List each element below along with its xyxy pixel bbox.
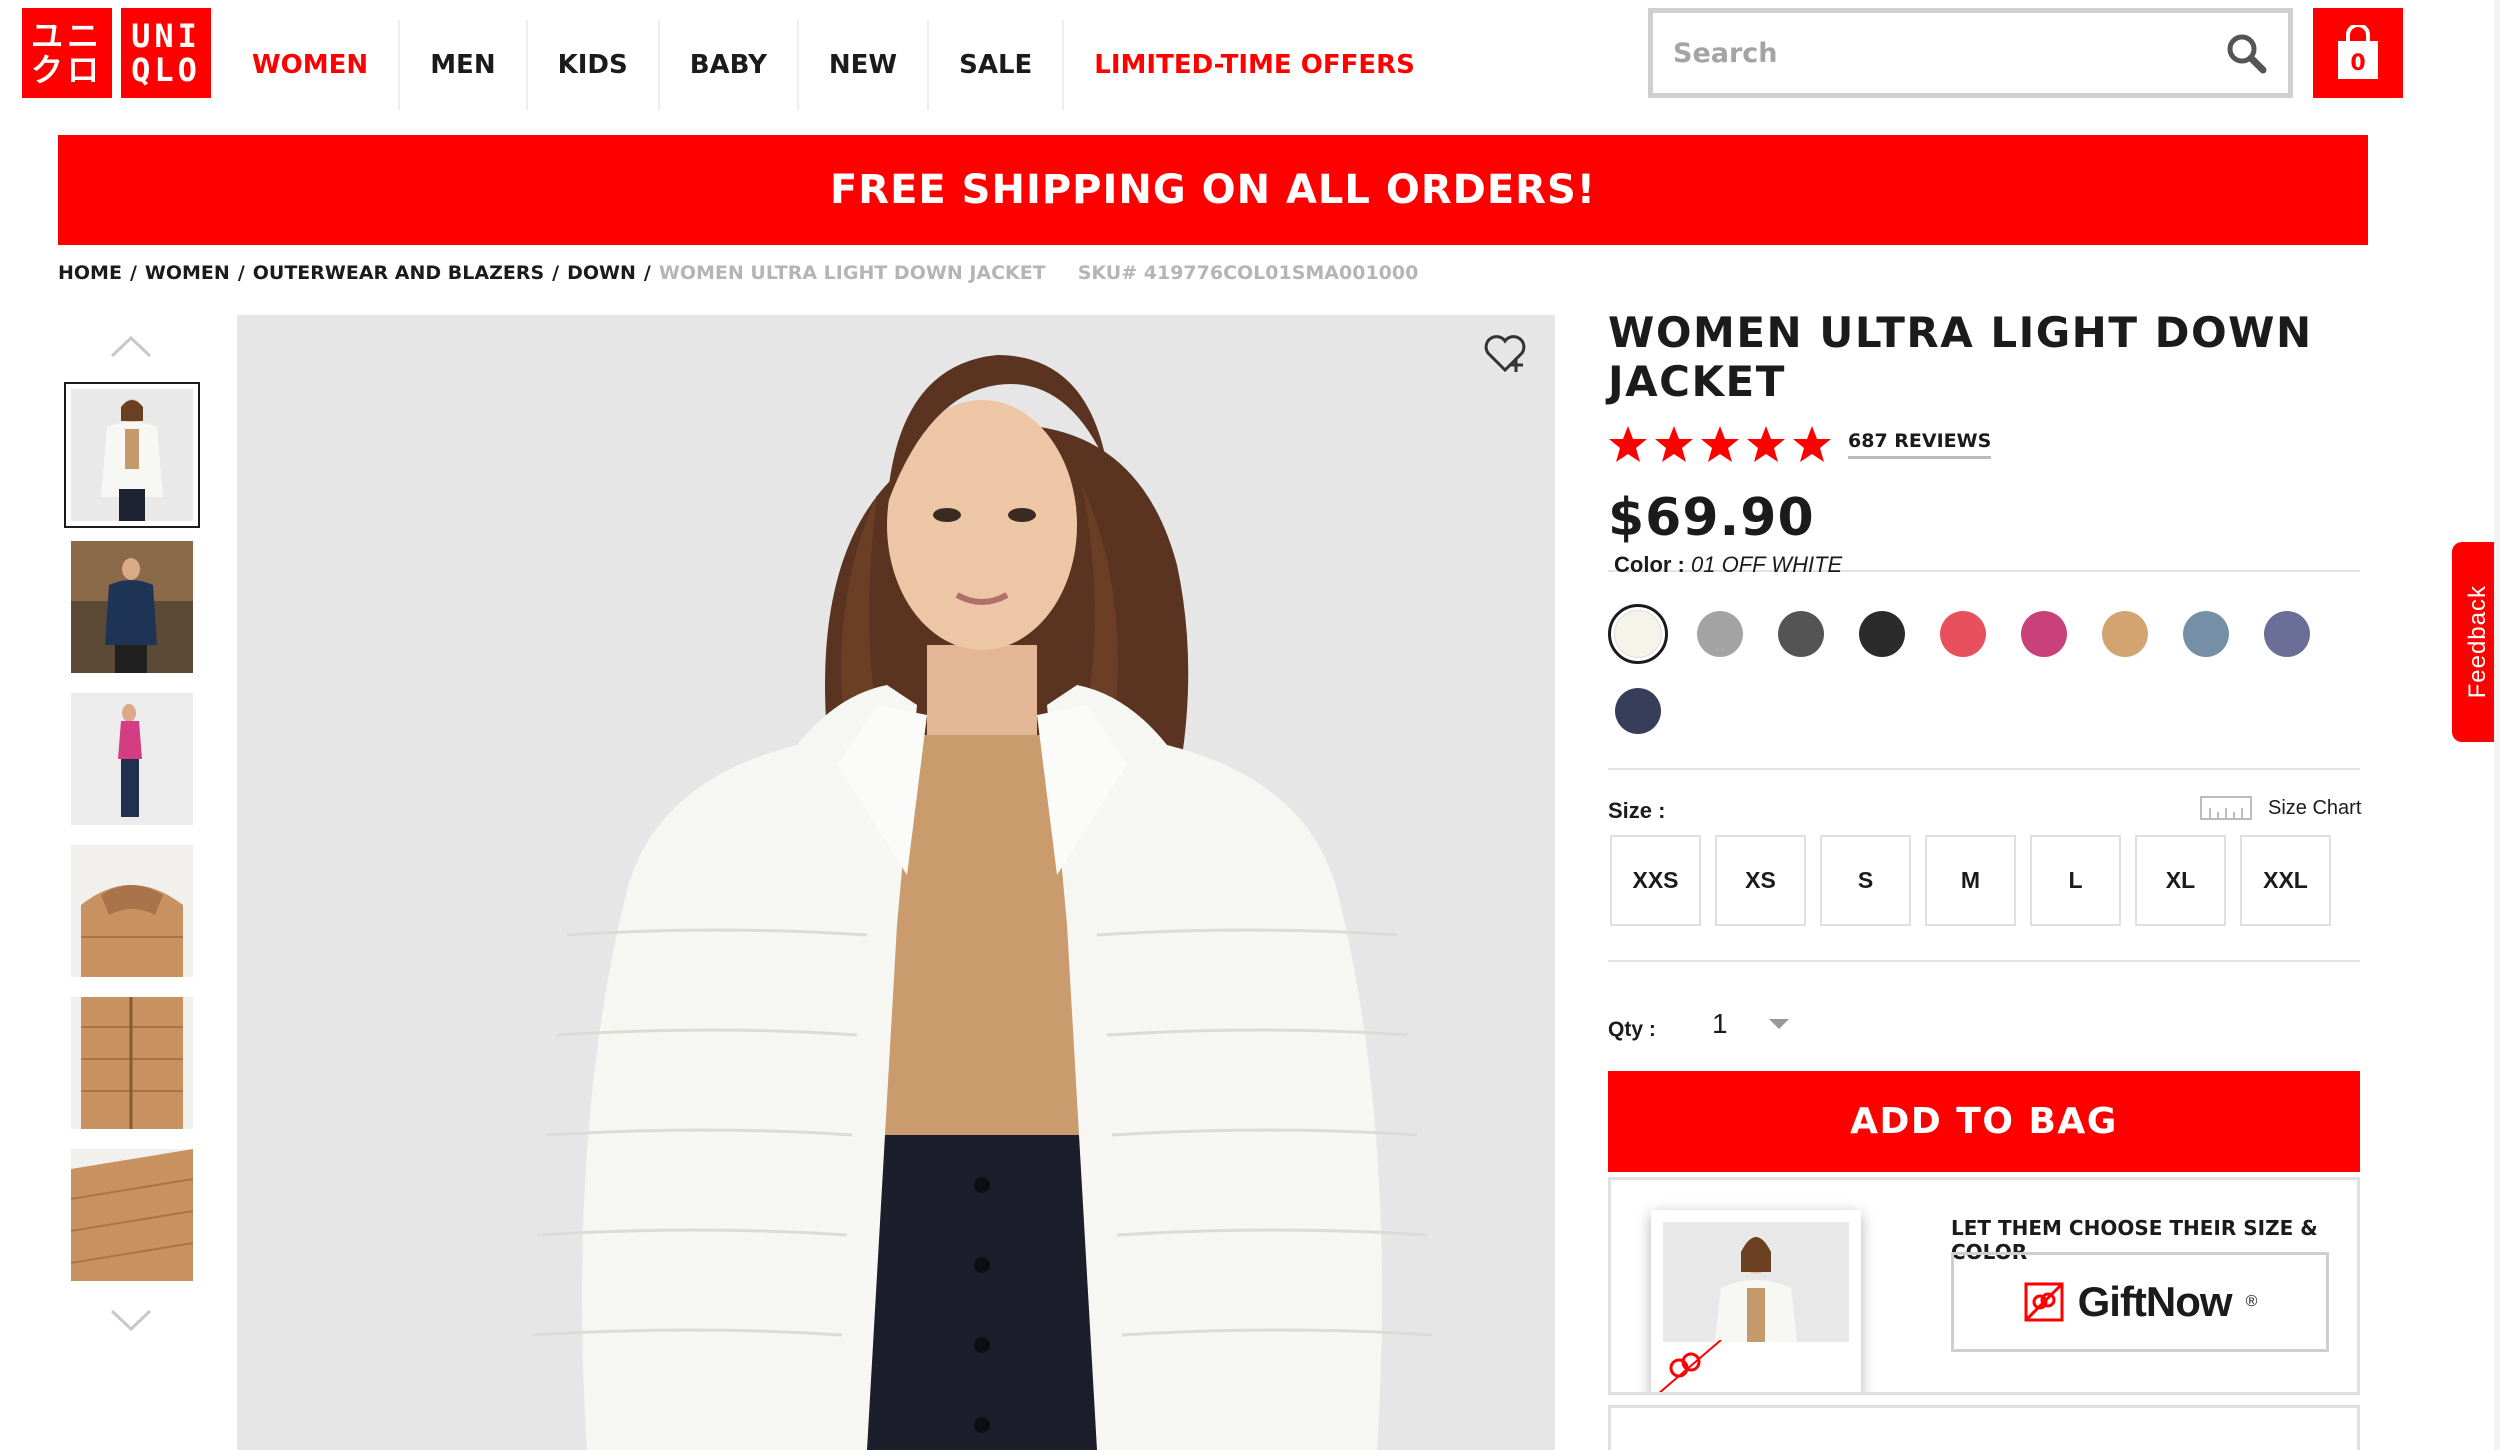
nav-women[interactable]: WOMEN xyxy=(222,20,401,110)
thumbnail-image xyxy=(71,693,193,825)
thumbnail-image xyxy=(71,389,193,521)
color-swatch-black[interactable] xyxy=(1859,611,1905,657)
size-options: XXS XS S M L XL XXL xyxy=(1610,835,2331,926)
star-icon xyxy=(1793,426,1831,462)
add-to-bag-button[interactable]: ADD TO BAG xyxy=(1608,1071,2360,1172)
scrollbar[interactable] xyxy=(2494,0,2500,1450)
thumbnail-1[interactable] xyxy=(64,382,200,528)
caret-down-icon xyxy=(1768,1019,1789,1029)
product-photo xyxy=(237,315,1555,1450)
search-input[interactable] xyxy=(1673,37,2224,69)
nav-limited-time-offers[interactable]: LIMITED-TIME OFFERS xyxy=(1064,20,1445,110)
search-icon[interactable] xyxy=(2224,31,2268,75)
gift-card-bottom xyxy=(1658,1340,1722,1392)
shopping-bag-icon: 0 xyxy=(2338,25,2378,79)
breadcrumb-women[interactable]: WOMEN xyxy=(145,262,230,284)
color-swatch-blue[interactable] xyxy=(2183,611,2229,657)
color-label: Color : 01 OFF WHITE xyxy=(1614,552,1842,578)
bag-count: 0 xyxy=(2350,51,2365,76)
qty-value: 1 xyxy=(1712,1008,1728,1039)
breadcrumb-down[interactable]: DOWN xyxy=(567,262,636,284)
size-chart-link[interactable]: Size Chart xyxy=(2200,796,2361,820)
thumbnail-image xyxy=(71,1149,193,1281)
thumbnail-3[interactable] xyxy=(64,686,200,832)
divider xyxy=(1608,960,2360,962)
chevron-up-icon[interactable] xyxy=(108,330,154,360)
wishlist-heart-icon[interactable] xyxy=(1480,328,1530,378)
product-info: WOMEN ULTRA LIGHT DOWN JACKET 687 REVIEW… xyxy=(1608,300,2360,572)
size-xxs[interactable]: XXS xyxy=(1610,835,1701,926)
color-swatch-gray[interactable] xyxy=(1697,611,1743,657)
color-label-text: Color : xyxy=(1614,552,1685,577)
size-l[interactable]: L xyxy=(2030,835,2121,926)
color-swatch-navy[interactable] xyxy=(1615,688,1661,734)
feedback-tab[interactable]: Feedback xyxy=(2452,542,2500,742)
site-header: ユニ クロ UNI QLO WOMEN MEN KIDS BABY NEW SALE… xyxy=(0,0,2500,124)
giftnow-button[interactable]: GiftNow ® xyxy=(1951,1252,2329,1352)
qty-label: Qty : xyxy=(1608,1018,1656,1041)
divider xyxy=(1608,768,2360,770)
color-swatch-beige[interactable] xyxy=(2102,611,2148,657)
size-chart-label: Size Chart xyxy=(2268,796,2362,819)
giftnow-reg: ® xyxy=(2245,1293,2258,1310)
product-sku: SKU# 419776COL01SMA001000 xyxy=(1077,262,1419,284)
search-box xyxy=(1648,8,2293,98)
gift-card-image xyxy=(1663,1222,1849,1342)
product-title: WOMEN ULTRA LIGHT DOWN JACKET xyxy=(1608,308,2313,406)
logo-katakana: ユニ クロ xyxy=(22,8,112,98)
qty-select[interactable]: 1 xyxy=(1712,1008,1790,1040)
chevron-down-icon[interactable] xyxy=(108,1305,154,1335)
size-xxl[interactable]: XXL xyxy=(2240,835,2331,926)
thumbnail-6[interactable] xyxy=(64,1142,200,1288)
giftnow-brand: GiftNow xyxy=(2077,1278,2233,1325)
gift-card-preview xyxy=(1651,1210,1861,1392)
nav-new[interactable]: NEW xyxy=(799,20,930,110)
star-icon xyxy=(1609,426,1647,462)
color-value: 01 OFF WHITE xyxy=(1691,552,1843,577)
thumbnail-5[interactable] xyxy=(64,990,200,1136)
rating-stars xyxy=(1608,424,1832,464)
product-rating: 687 REVIEWS xyxy=(1608,424,2360,464)
breadcrumb-outerwear[interactable]: OUTERWEAR AND BLAZERS xyxy=(253,262,544,284)
color-swatch-purple[interactable] xyxy=(2264,611,2310,657)
uniqlo-logo[interactable]: ユニ クロ UNI QLO xyxy=(22,8,211,98)
shopping-bag-button[interactable]: 0 xyxy=(2313,8,2403,98)
nav-baby[interactable]: BABY xyxy=(660,20,799,110)
size-xs[interactable]: XS xyxy=(1715,835,1806,926)
nav-sale[interactable]: SALE xyxy=(929,20,1065,110)
breadcrumb: HOME / WOMEN / OUTERWEAR AND BLAZERS / DOWN… xyxy=(58,262,1419,284)
thumbnail-4[interactable] xyxy=(64,838,200,984)
banner-text: FREE SHIPPING ON ALL ORDERS! xyxy=(829,167,1597,213)
find-in-store-button[interactable] xyxy=(1608,1405,2360,1450)
color-swatch-red[interactable] xyxy=(1940,611,1986,657)
star-icon xyxy=(1747,426,1785,462)
reviews-link[interactable]: 687 REVIEWS xyxy=(1848,430,1992,459)
free-shipping-banner[interactable]: FREE SHIPPING ON ALL ORDERS! xyxy=(58,135,2368,245)
breadcrumb-home[interactable]: HOME xyxy=(58,262,122,284)
color-swatch-off-white[interactable] xyxy=(1608,604,1668,664)
star-icon xyxy=(1701,426,1739,462)
main-product-image[interactable] xyxy=(237,315,1555,1450)
giftnow-logo-icon xyxy=(2024,1282,2064,1322)
ruler-icon xyxy=(2200,796,2252,820)
feedback-label: Feedback xyxy=(2464,585,2491,699)
size-label: Size : xyxy=(1608,798,1666,823)
color-swatch-dark-gray[interactable] xyxy=(1778,611,1824,657)
color-swatch-pink[interactable] xyxy=(2021,611,2067,657)
thumbnail-image xyxy=(71,845,193,977)
size-m[interactable]: M xyxy=(1925,835,2016,926)
nav-kids[interactable]: KIDS xyxy=(528,20,660,110)
main-nav: WOMEN MEN KIDS BABY NEW SALE LIMITED-TIM… xyxy=(222,20,1445,110)
thumbnail-2[interactable] xyxy=(64,534,200,680)
star-icon xyxy=(1655,426,1693,462)
giftnow-panel: LET THEM CHOOSE THEIR SIZE & COLOR GiftN… xyxy=(1608,1177,2360,1395)
size-xl[interactable]: XL xyxy=(2135,835,2226,926)
thumbnail-image xyxy=(71,541,193,673)
nav-men[interactable]: MEN xyxy=(400,20,528,110)
logo-latin: UNI QLO xyxy=(121,8,211,98)
thumbnail-image xyxy=(71,997,193,1129)
product-price: $69.90 xyxy=(1608,488,1815,548)
breadcrumb-current: WOMEN ULTRA LIGHT DOWN JACKET xyxy=(658,262,1046,284)
size-s[interactable]: S xyxy=(1820,835,1911,926)
